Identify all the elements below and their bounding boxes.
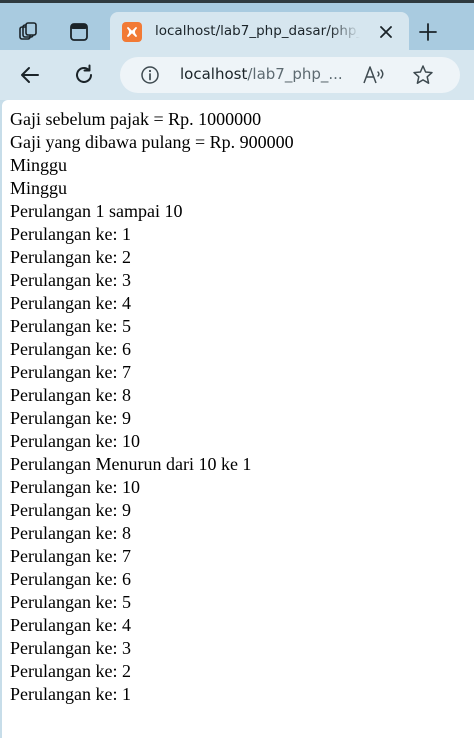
workspaces-icon[interactable] <box>11 15 45 49</box>
plus-icon[interactable] <box>413 17 443 47</box>
output-line: Perulangan ke: 6 <box>10 339 131 359</box>
reload-icon[interactable] <box>68 59 100 91</box>
output-line: Perulangan ke: 10 <box>10 431 140 451</box>
output-line: Perulangan ke: 1 <box>10 224 131 244</box>
tab-strip: localhost/lab7_php_dasar/php_dasar.php <box>0 0 474 52</box>
tab-actions-icon[interactable] <box>62 15 96 49</box>
output-line: Perulangan ke: 9 <box>10 500 131 520</box>
output-line: Perulangan ke: 8 <box>10 523 131 543</box>
address-bar[interactable]: localhost/lab7_php_... <box>120 57 460 93</box>
back-arrow-icon[interactable] <box>14 59 46 91</box>
url-text[interactable]: localhost/lab7_php_... <box>180 65 355 87</box>
output-line: Perulangan 1 sampai 10 <box>10 201 183 221</box>
page-viewport: Gaji sebelum pajak = Rp. 1000000 Gaji ya… <box>2 100 474 738</box>
url-path: /lab7_php_... <box>247 65 343 83</box>
output-line: Minggu <box>10 178 68 198</box>
close-icon[interactable] <box>376 22 396 42</box>
output-line: Perulangan ke: 1 <box>10 684 131 704</box>
url-host: localhost <box>180 65 248 83</box>
output-line: Perulangan ke: 10 <box>10 477 140 497</box>
output-line: Perulangan ke: 2 <box>10 661 131 681</box>
output-line: Perulangan ke: 5 <box>10 316 131 336</box>
output-line: Perulangan ke: 6 <box>10 569 131 589</box>
output-line: Perulangan ke: 2 <box>10 247 131 267</box>
output-line: Perulangan ke: 4 <box>10 293 131 313</box>
output-line: Perulangan ke: 8 <box>10 385 131 405</box>
output-line: Perulangan ke: 9 <box>10 408 131 428</box>
navigation-toolbar: localhost/lab7_php_... <box>0 50 474 100</box>
xampp-favicon-icon <box>122 22 142 42</box>
output-line: Perulangan ke: 7 <box>10 362 131 382</box>
tab-title: localhost/lab7_php_dasar/php_dasar.php <box>155 23 360 39</box>
star-icon[interactable] <box>411 63 435 87</box>
output-line: Gaji sebelum pajak = Rp. 1000000 <box>10 109 262 129</box>
browser-window: localhost/lab7_php_dasar/php_dasar.php <box>0 0 474 738</box>
output-line: Gaji yang dibawa pulang = Rp. 900000 <box>10 132 294 152</box>
output-line: Minggu <box>10 155 68 175</box>
output-line: Perulangan ke: 5 <box>10 592 131 612</box>
output-line: Perulangan ke: 3 <box>10 638 131 658</box>
active-tab[interactable]: localhost/lab7_php_dasar/php_dasar.php <box>110 12 409 52</box>
output-line: Perulangan Menurun dari 10 ke 1 <box>10 454 252 474</box>
info-icon[interactable] <box>140 65 160 85</box>
output-line: Perulangan ke: 3 <box>10 270 131 290</box>
window-top-edge <box>0 0 474 3</box>
output-line: Perulangan ke: 7 <box>10 546 131 566</box>
output-line: Perulangan ke: 4 <box>10 615 131 635</box>
read-aloud-icon[interactable] <box>363 64 387 86</box>
page-output: Gaji sebelum pajak = Rp. 1000000 Gaji ya… <box>10 108 466 706</box>
